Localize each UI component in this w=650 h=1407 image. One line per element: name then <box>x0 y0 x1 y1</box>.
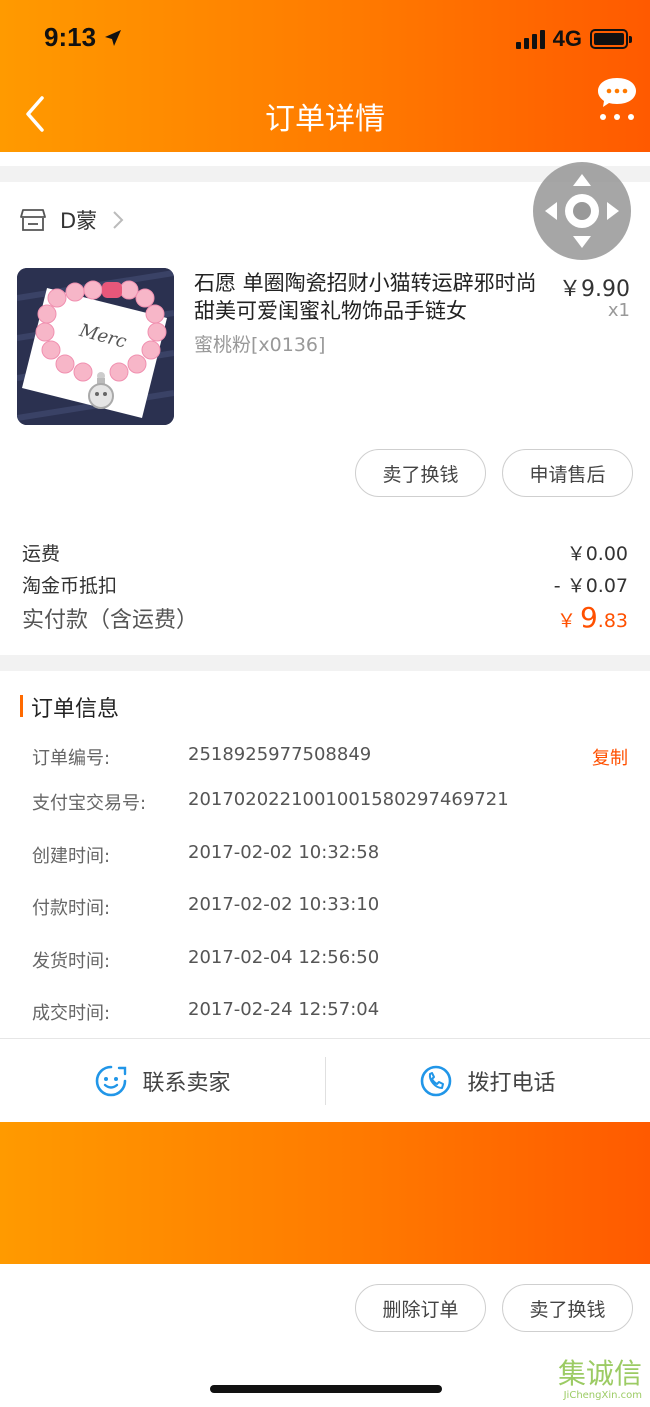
signal-icon <box>515 29 545 49</box>
shipped-time-value: 2017-02-04 12:56:50 <box>188 947 380 968</box>
order-info-title: 订单信息 <box>31 697 120 722</box>
product-image[interactable]: Merc <box>17 268 174 425</box>
paid-time-value: 2017-02-02 10:33:10 <box>188 894 380 915</box>
apply-aftersale-button[interactable]: 申请售后 <box>502 449 633 497</box>
sell-for-cash-button[interactable]: 卖了换钱 <box>355 449 486 497</box>
chat-bubble-icon <box>598 78 636 120</box>
created-time-label: 创建时间: <box>32 846 111 867</box>
bottom-sell-for-cash-button[interactable]: 卖了换钱 <box>502 1284 633 1332</box>
shipped-time-label: 发货时间: <box>32 951 111 972</box>
contact-bar: 联系卖家 拨打电话 <box>0 1038 650 1122</box>
product-sku: 蜜桃粉[x0136] <box>194 334 326 356</box>
network-label: 4G <box>552 26 582 51</box>
header-bar: 9:13 4G 订单详情 <box>0 0 650 152</box>
order-number-value: 2518925977508849 <box>188 744 372 765</box>
call-phone-label: 拨打电话 <box>467 1071 556 1096</box>
bracelet-photo: Merc <box>17 268 174 425</box>
shipping-label: 运费 <box>22 543 61 565</box>
completed-time-value: 2017-02-24 12:57:04 <box>188 999 380 1020</box>
order-number-label: 订单编号: <box>32 748 111 769</box>
contact-seller-label: 联系卖家 <box>142 1071 231 1096</box>
promo-banner[interactable] <box>0 1122 650 1264</box>
created-time-value: 2017-02-02 10:32:58 <box>188 842 380 863</box>
watermark-en: JiChengXin.com <box>563 1390 642 1401</box>
location-arrow-icon <box>105 30 122 46</box>
status-indicators: 4G <box>515 26 632 52</box>
message-button[interactable] <box>596 76 638 122</box>
coin-deduction-label: 淘金币抵扣 <box>22 575 118 597</box>
contact-seller-button[interactable]: 联系卖家 <box>0 1039 325 1123</box>
call-phone-button[interactable]: 拨打电话 <box>325 1039 650 1123</box>
phone-icon <box>421 1065 452 1097</box>
direction-pad-icon <box>545 174 619 248</box>
total-decimal: .83 <box>597 610 628 632</box>
chevron-right-icon <box>113 211 124 229</box>
battery-icon <box>590 29 632 49</box>
section-accent-bar <box>20 695 23 717</box>
alipay-trade-label: 支付宝交易号: <box>32 793 147 814</box>
total-integer: 9 <box>579 601 598 634</box>
shop-name: D蒙 <box>60 209 98 233</box>
product-price: ￥9.90 <box>559 277 630 302</box>
watermark-logo: 集诚信 JiChengXin.com <box>532 1358 642 1402</box>
completed-time-label: 成交时间: <box>32 1003 111 1024</box>
copy-button[interactable]: 复制 <box>592 744 628 770</box>
floating-joystick-button[interactable] <box>533 162 631 260</box>
shop-link[interactable]: D蒙 <box>20 205 125 235</box>
delete-order-button[interactable]: 删除订单 <box>355 1284 486 1332</box>
alipay-trade-value: 2017020221001001580297469721 <box>188 789 509 810</box>
store-icon <box>20 209 46 231</box>
total-paid-value: ￥ 9 .83 <box>557 601 628 634</box>
total-currency: ￥ <box>556 610 576 632</box>
status-time: 9:13 <box>44 22 123 53</box>
page-title: 订单详情 <box>265 102 385 137</box>
total-paid-label: 实付款（含运费） <box>22 608 199 633</box>
seller-face-icon <box>96 1065 127 1097</box>
product-quantity: x1 <box>607 300 630 321</box>
product-title[interactable]: 石愿 单圈陶瓷招财小猫转运辟邪时尚甜美可爱闺蜜礼物饰品手链女 <box>194 269 550 325</box>
watermark-cn: 集诚信 <box>557 1357 642 1390</box>
coin-deduction-value: - ￥0.07 <box>553 575 628 597</box>
home-indicator[interactable] <box>210 1385 442 1393</box>
paid-time-label: 付款时间: <box>32 898 111 919</box>
shipping-value: ￥0.00 <box>566 543 628 565</box>
